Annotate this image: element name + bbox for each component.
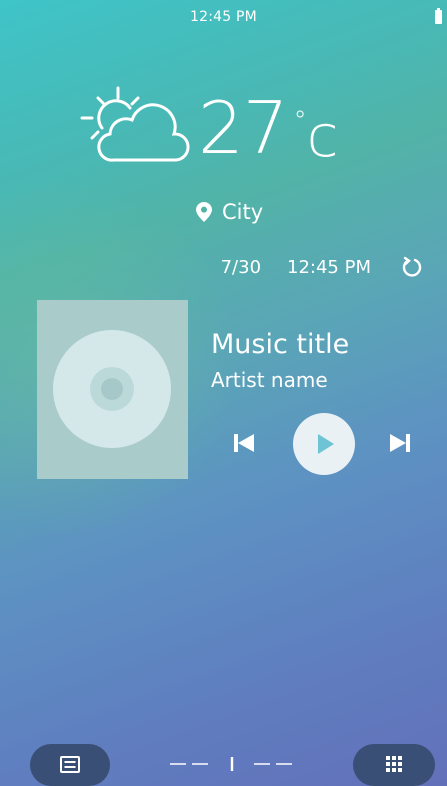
weather-updated: 7/30 12:45 PM bbox=[221, 256, 423, 278]
location-pin-icon bbox=[196, 202, 212, 222]
temperature-value: 27 bbox=[198, 86, 289, 170]
location-name: City bbox=[222, 200, 264, 224]
weather-location[interactable]: City bbox=[196, 200, 263, 224]
album-art[interactable] bbox=[37, 300, 188, 479]
previous-button[interactable] bbox=[232, 431, 256, 455]
refresh-icon[interactable] bbox=[401, 256, 423, 278]
updated-time: 12:45 PM bbox=[287, 256, 371, 278]
unit-letter: c bbox=[306, 102, 339, 170]
disc-icon bbox=[53, 330, 171, 448]
music-title: Music title bbox=[211, 329, 350, 360]
apps-grid-icon bbox=[386, 756, 402, 772]
skip-previous-icon bbox=[234, 434, 254, 452]
play-button[interactable] bbox=[293, 413, 355, 475]
play-icon bbox=[318, 434, 334, 454]
battery-full-icon bbox=[435, 8, 442, 24]
updated-date: 7/30 bbox=[220, 256, 262, 278]
status-time: 12:45 PM bbox=[190, 9, 257, 25]
artist-name: Artist name bbox=[211, 368, 328, 392]
notes-button[interactable] bbox=[30, 744, 110, 786]
home-screen: 12:45 PM 27 °c City 7/30 12:45 PM Music … bbox=[0, 0, 447, 786]
skip-next-icon bbox=[390, 434, 410, 452]
temperature-unit: °c bbox=[294, 96, 339, 176]
notes-icon bbox=[60, 756, 80, 773]
temperature: 27 °c bbox=[198, 88, 339, 178]
status-bar: 12:45 PM bbox=[0, 0, 447, 30]
degree-symbol: ° bbox=[293, 106, 307, 136]
page-indicator bbox=[170, 757, 292, 771]
apps-button[interactable] bbox=[353, 744, 435, 786]
next-button[interactable] bbox=[388, 431, 412, 455]
partly-sunny-icon bbox=[80, 86, 190, 162]
